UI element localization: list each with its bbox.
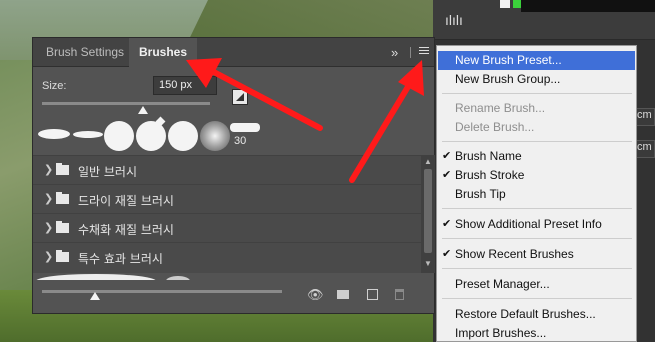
- recent-brush-tips: 30: [38, 116, 268, 151]
- expand-chevron-icon[interactable]: ❯: [44, 221, 53, 234]
- menu-separator: [442, 268, 632, 269]
- list-item[interactable]: ❯ 일반 브러시: [33, 155, 421, 183]
- brush-preset-icon[interactable]: ılılı: [445, 12, 463, 28]
- tab-brush-settings[interactable]: Brush Settings: [36, 38, 134, 67]
- checkmark-icon: ✔: [442, 248, 452, 260]
- foreground-swatch[interactable]: [500, 0, 510, 8]
- group-label: 수채화 재질 브러시: [78, 223, 174, 237]
- delete-trash-icon[interactable]: [395, 289, 404, 300]
- menu-item-label: Show Recent Brushes: [455, 247, 574, 261]
- brush-tip-6[interactable]: [200, 121, 230, 151]
- brush-tip-7-shape: [230, 123, 260, 132]
- menu-item-label: Brush Name: [455, 149, 522, 163]
- menu-separator: [442, 208, 632, 209]
- scroll-up-icon[interactable]: ▲: [424, 157, 432, 166]
- menu-item-delete-brush[interactable]: Delete Brush...: [438, 118, 635, 137]
- menu-item-label: Brush Tip: [455, 187, 506, 201]
- tab-brushes[interactable]: Brushes: [129, 38, 198, 67]
- menu-item-label: Restore Default Brushes...: [455, 307, 596, 321]
- size-label: Size:: [42, 80, 67, 92]
- brush-tip-size-label: 30: [234, 135, 247, 147]
- group-label: 드라이 재질 브러시: [78, 194, 174, 208]
- group-label: 특수 효과 브러시: [78, 252, 163, 266]
- toggle-visibility-icon[interactable]: 👁: [307, 287, 324, 303]
- size-slider-thumb[interactable]: [137, 106, 148, 114]
- menu-separator: [442, 238, 632, 239]
- stroke-preview-shape: [36, 274, 156, 280]
- new-group-folder-icon[interactable]: [337, 290, 349, 299]
- tab-divider: [410, 47, 411, 58]
- menu-item-rename-brush[interactable]: Rename Brush...: [438, 99, 635, 118]
- menu-item-label: Show Additional Preset Info: [455, 217, 602, 231]
- panel-menu-icon[interactable]: [419, 47, 429, 57]
- brush-tip-3[interactable]: [104, 121, 134, 151]
- preview-size-slider-thumb[interactable]: [89, 292, 100, 300]
- brush-tip-5[interactable]: [168, 121, 198, 151]
- folder-icon: [56, 250, 69, 262]
- menu-item-show-recent-brushes[interactable]: ✔ Show Recent Brushes: [438, 245, 635, 264]
- list-item[interactable]: ❯ 특수 효과 브러시: [33, 242, 421, 270]
- menu-item-label: Delete Brush...: [455, 120, 535, 134]
- menu-item-brush-stroke[interactable]: ✔ Brush Stroke: [438, 166, 635, 185]
- panel-footer-icons: 👁: [307, 287, 417, 305]
- menu-item-show-additional-preset-info[interactable]: ✔ Show Additional Preset Info: [438, 215, 635, 234]
- brushes-panel-menu: New Brush Preset... New Brush Group... R…: [436, 45, 637, 342]
- menu-item-label: Import Brushes...: [455, 326, 547, 340]
- panel-tab-bar: Brush Settings Brushes »: [33, 38, 434, 67]
- menu-separator: [442, 298, 632, 299]
- size-slider-track[interactable]: [42, 102, 210, 105]
- brush-tip-2[interactable]: [73, 131, 103, 138]
- preview-size-slider-track[interactable]: [42, 290, 282, 293]
- background-swatch[interactable]: [513, 0, 521, 8]
- folder-icon: [56, 163, 69, 175]
- pressure-size-button[interactable]: [232, 89, 248, 105]
- brush-tip-7[interactable]: 30: [230, 121, 264, 151]
- new-brush-icon[interactable]: [367, 289, 378, 300]
- menu-item-import-brushes[interactable]: Import Brushes...: [438, 324, 635, 342]
- collapse-chevron-icon[interactable]: »: [391, 45, 398, 60]
- menu-separator: [442, 141, 632, 142]
- stroke-preview: [36, 274, 236, 280]
- brush-tip-1[interactable]: [38, 129, 70, 139]
- menu-item-label: New Brush Group...: [455, 72, 561, 86]
- scroll-down-icon[interactable]: ▼: [424, 259, 432, 268]
- group-label: 일반 브러시: [78, 165, 138, 179]
- scrollbar-thumb[interactable]: [424, 169, 432, 253]
- expand-chevron-icon[interactable]: ❯: [44, 192, 53, 205]
- menu-item-preset-manager[interactable]: Preset Manager...: [438, 275, 635, 294]
- expand-chevron-icon[interactable]: ❯: [44, 163, 53, 176]
- folder-icon: [56, 221, 69, 233]
- checkmark-icon: ✔: [442, 150, 452, 162]
- menu-item-label: New Brush Preset...: [455, 53, 562, 67]
- brush-tip-4[interactable]: [136, 121, 166, 151]
- menu-item-brush-name[interactable]: ✔ Brush Name: [438, 147, 635, 166]
- brushes-panel: Brush Settings Brushes » Size: 150 px 30…: [32, 37, 435, 314]
- menu-item-brush-tip[interactable]: Brush Tip: [438, 185, 635, 204]
- menu-item-restore-default-brushes[interactable]: Restore Default Brushes...: [438, 305, 635, 324]
- menu-separator: [442, 93, 632, 94]
- stroke-preview-shape-2: [166, 276, 190, 280]
- expand-chevron-icon[interactable]: ❯: [44, 250, 53, 263]
- checkmark-icon: ✔: [442, 218, 452, 230]
- size-input[interactable]: 150 px: [153, 76, 217, 95]
- menu-item-new-brush-preset[interactable]: New Brush Preset...: [438, 51, 635, 70]
- checkmark-icon: ✔: [442, 169, 452, 181]
- list-item[interactable]: ❯ 드라이 재질 브러시: [33, 184, 421, 212]
- color-bar: [521, 0, 655, 12]
- menu-item-label: Brush Stroke: [455, 168, 525, 182]
- list-scrollbar[interactable]: ▲ ▼: [421, 155, 435, 273]
- folder-icon: [56, 192, 69, 204]
- brush-group-list: ❯ 일반 브러시 ❯ 드라이 재질 브러시 ❯ 수채화 재질 브러시 ❯ 특수 …: [33, 155, 421, 273]
- menu-item-new-brush-group[interactable]: New Brush Group...: [438, 70, 635, 89]
- menu-item-label: Rename Brush...: [455, 101, 546, 115]
- menu-item-label: Preset Manager...: [455, 277, 550, 291]
- list-item[interactable]: ❯ 수채화 재질 브러시: [33, 213, 421, 241]
